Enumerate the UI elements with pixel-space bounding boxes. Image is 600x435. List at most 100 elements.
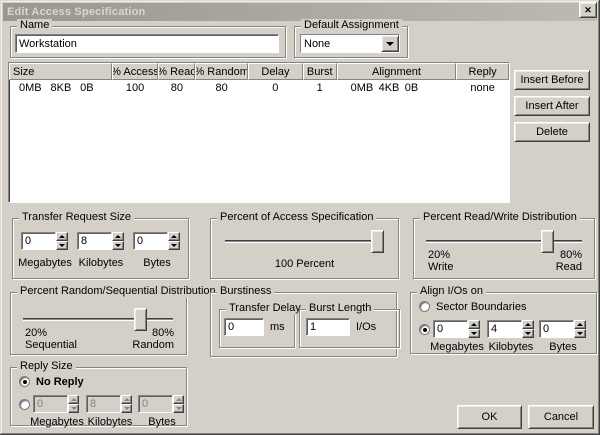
arrow-down-icon <box>70 407 77 410</box>
titlebar[interactable]: Edit Access Specification <box>3 3 597 21</box>
arrow-up-icon <box>115 235 121 238</box>
align-bytes-input[interactable] <box>539 320 574 338</box>
random-seq-slider-thumb[interactable] <box>134 308 147 331</box>
cell-size: 0MB 8KB 0B <box>9 82 112 94</box>
col-header-read[interactable]: % Read <box>158 63 196 80</box>
dropdown-arrow-button[interactable] <box>381 35 399 52</box>
align-kilobytes-unit: Kilobytes <box>488 341 534 353</box>
arrow-down-icon <box>471 332 477 335</box>
col-header-random[interactable]: % Random <box>195 63 249 80</box>
arrow-up-icon <box>525 323 531 326</box>
spin-down-button[interactable] <box>468 329 480 338</box>
trs-megabytes-stepper[interactable] <box>21 232 68 250</box>
spin-up-button[interactable] <box>56 232 68 241</box>
read-write-slider-track[interactable] <box>426 240 582 243</box>
transfer-delay-label: Transfer Delay <box>226 302 304 315</box>
spin-down-button <box>121 404 132 413</box>
random-seq-dist-group: Percent Random/Sequential Distribution 2… <box>10 285 219 355</box>
align-kilobytes-stepper[interactable] <box>487 320 534 338</box>
sector-boundaries-radio[interactable] <box>419 301 430 312</box>
reply-bytes-stepper[interactable] <box>138 395 184 413</box>
spin-down-button[interactable] <box>56 241 68 250</box>
sequential-label: Sequential <box>25 339 77 351</box>
delete-button[interactable]: Delete <box>514 122 590 142</box>
read-pct: 80% <box>559 249 582 261</box>
burst-length-unit: I/Os <box>356 321 377 333</box>
reply-megabytes-unit: Megabytes <box>30 416 84 428</box>
percent-access-slider-track[interactable] <box>225 240 383 243</box>
trs-kilobytes-input[interactable] <box>77 232 112 250</box>
reply-kilobytes-unit: Kilobytes <box>87 416 133 428</box>
name-input[interactable] <box>15 34 279 53</box>
size-b: 0B <box>80 81 94 94</box>
trs-bytes-stepper[interactable] <box>133 232 180 250</box>
arrow-up-icon <box>171 235 177 238</box>
close-button[interactable]: ✕ <box>579 2 597 18</box>
trs-kilobytes-stepper[interactable] <box>77 232 124 250</box>
transfer-request-size-group: Transfer Request Size Megabytes Kilobyte… <box>12 211 189 279</box>
sequential-pct: 20% <box>25 327 48 339</box>
col-header-alignment[interactable]: Alignment <box>336 63 457 80</box>
arrow-up-icon <box>59 235 65 238</box>
spin-up-button[interactable] <box>574 320 586 329</box>
col-header-size[interactable]: Size <box>9 63 112 80</box>
align-ios-label: Align I/Os on <box>417 285 486 298</box>
cell-delay: 0 <box>272 81 279 94</box>
spin-up-button[interactable] <box>112 232 124 241</box>
arrow-down-icon <box>115 244 121 247</box>
spin-down-button[interactable] <box>168 241 180 250</box>
read-label: Read <box>555 261 582 273</box>
arrow-up-icon <box>471 323 477 326</box>
random-seq-dist-label: Percent Random/Sequential Distribution <box>17 285 219 298</box>
reply-custom-radio[interactable] <box>19 399 30 410</box>
access-spec-list[interactable]: Size % Access % Read % Random Delay Burs… <box>8 62 510 203</box>
read-write-slider-thumb[interactable] <box>541 230 554 253</box>
reply-size-group: Reply Size No Reply Megabytes K <box>10 360 187 428</box>
cancel-button[interactable]: Cancel <box>528 405 594 429</box>
name-group-label: Name <box>17 19 53 32</box>
percent-access-value: 100 Percent <box>274 258 335 270</box>
default-assignment-label: Default Assignment <box>301 19 402 32</box>
burstiness-label: Burstiness <box>217 285 275 298</box>
random-seq-slider-track[interactable] <box>23 318 173 321</box>
transfer-delay-input[interactable] <box>224 318 264 336</box>
col-header-reply[interactable]: Reply <box>456 63 509 80</box>
align-bytes-stepper[interactable] <box>539 320 586 338</box>
col-header-delay[interactable]: Delay <box>248 63 303 80</box>
transfer-request-size-label: Transfer Request Size <box>19 211 135 224</box>
reply-bytes-unit: Bytes <box>148 416 176 428</box>
spin-down-button[interactable] <box>112 241 124 250</box>
align-custom-radio[interactable] <box>419 324 430 335</box>
sector-boundaries-label: Sector Boundaries <box>436 301 527 313</box>
ok-button[interactable]: OK <box>457 405 522 429</box>
trs-megabytes-input[interactable] <box>21 232 56 250</box>
percent-access-spec-label: Percent of Access Specification <box>217 211 377 224</box>
insert-after-button[interactable]: Insert After <box>514 96 590 116</box>
table-row[interactable]: 0MB 8KB 0B 100 80 80 0 1 0MB 4KB 0B none <box>9 80 509 95</box>
spin-down-button[interactable] <box>574 329 586 338</box>
burst-length-input[interactable] <box>306 318 350 336</box>
align-megabytes-input[interactable] <box>433 320 468 338</box>
reply-kilobytes-stepper[interactable] <box>86 395 132 413</box>
align-kb: 4KB <box>378 81 400 94</box>
transfer-delay-group: Transfer Delay ms <box>219 302 304 348</box>
spin-up-button[interactable] <box>468 320 480 329</box>
col-header-burst[interactable]: Burst <box>302 63 337 80</box>
reply-megabytes-input <box>33 395 68 413</box>
col-header-access[interactable]: % Access <box>111 63 159 80</box>
trs-bytes-input[interactable] <box>133 232 168 250</box>
default-assignment-dropdown[interactable]: None <box>300 34 400 53</box>
arrow-down-icon <box>123 407 130 410</box>
insert-before-button[interactable]: Insert Before <box>514 70 590 90</box>
spin-up-button[interactable] <box>522 320 534 329</box>
spin-up-button[interactable] <box>168 232 180 241</box>
arrow-down-icon <box>175 407 182 410</box>
spin-down-button[interactable] <box>522 329 534 338</box>
percent-access-slider-thumb[interactable] <box>371 230 384 253</box>
trs-bytes-unit: Bytes <box>143 257 171 269</box>
arrow-up-icon <box>577 323 583 326</box>
reply-megabytes-stepper[interactable] <box>33 395 79 413</box>
no-reply-radio[interactable] <box>19 376 30 387</box>
align-kilobytes-input[interactable] <box>487 320 522 338</box>
align-megabytes-stepper[interactable] <box>433 320 480 338</box>
